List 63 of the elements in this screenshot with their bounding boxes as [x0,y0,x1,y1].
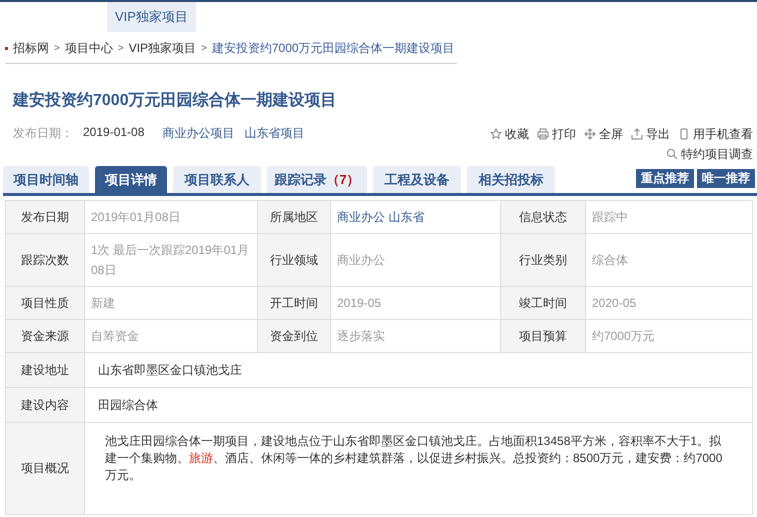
field-value[interactable]: 商业办公 山东省 [330,200,500,234]
tab[interactable]: 跟踪记录（7） [267,166,367,193]
tab[interactable]: 项目时间轴 [3,166,89,193]
star-icon [490,128,502,140]
bullet-icon [5,47,8,50]
category-link[interactable]: 商业办公项目 [162,125,234,142]
field-label: 信息状态 [500,200,586,234]
field-label: 所属地区 [258,200,330,234]
field-label: 建设内容 [6,388,84,422]
field-value: 约7000万元 [586,320,752,352]
field-value: 跟踪中 [586,200,752,234]
field-value: 2019-05 [330,286,500,320]
field-label: 行业领域 [258,234,330,286]
tab[interactable]: 项目详情 [95,166,167,193]
toolbar-action[interactable]: 收藏 [490,125,529,143]
phone-icon [678,128,690,140]
breadcrumb-link[interactable]: 招标网 [13,40,49,57]
field-value: 山东省即墨区金口镇池戈庄 [84,352,752,388]
field-value: 2019年01月08日 [84,200,258,234]
field-value: 逐步落实 [330,320,500,352]
breadcrumb-link[interactable]: 建安投资约7000万元田园综合体一期建设项目 [212,40,455,57]
breadcrumb-separator: > [201,43,207,54]
summary-paragraph: 池戈庄田园综合体一期项目，建设地点位于山东省即墨区金口镇池戈庄。占地面积13458平方米，容积率不大于1。拟建一个集购物、旅游、酒店、休闲等一体的乡村建筑群落，以促进乡村振兴。总投资约：8500万元，建安费：约7000万元。 [84,422,752,514]
breadcrumb-separator: > [54,43,60,54]
field-label: 开工时间 [258,286,330,320]
publish-date: 2019-01-08 [83,125,144,139]
recommend-tag[interactable]: 唯一推荐 [697,168,755,188]
upload-icon [631,128,643,140]
field-label: 行业类别 [500,234,586,286]
toolbar-action[interactable]: 打印 [537,125,576,143]
breadcrumb-separator: > [118,43,124,54]
toolbar-action[interactable]: 特约项目调查 [666,145,753,163]
breadcrumb-link[interactable]: 项目中心 [64,40,113,57]
field-label: 资金到位 [258,320,330,352]
field-value: 自筹资金 [84,320,258,352]
toolbar-action[interactable]: 用手机查看 [678,125,753,143]
field-label: 跟踪次数 [6,234,84,286]
print-icon [537,128,549,140]
nav-tab[interactable]: VIP独家项目 [107,2,196,32]
tab[interactable]: 工程及设备 [373,166,461,193]
field-value: 2020-05 [586,286,752,320]
field-label: 项目概况 [6,422,84,514]
toolbar-action[interactable]: 导出 [631,125,670,143]
field-label: 项目预算 [500,320,586,352]
field-label: 建设地址 [6,352,84,388]
toolbar-action[interactable]: 全屏 [584,125,623,143]
date-label: 发布日期： [13,125,73,142]
field-label: 资金来源 [6,320,84,352]
field-label: 发布日期 [6,200,84,234]
field-value: 综合体 [586,234,752,286]
tab[interactable]: 相关招投标 [467,166,555,193]
field-label: 竣工时间 [500,286,586,320]
move-icon [584,128,596,140]
breadcrumb-link[interactable]: VIP独家项目 [128,40,196,57]
field-value: 田园综合体 [84,388,752,422]
search-icon [666,148,678,160]
keyword-link[interactable]: 旅游 [189,451,213,465]
tab[interactable]: 项目联系人 [173,166,261,193]
category-link[interactable]: 山东省项目 [244,125,304,142]
page-title: 建安投资约7000万元田园综合体一期建设项目 [13,90,338,111]
recommend-tag[interactable]: 重点推荐 [636,168,694,188]
field-label: 项目性质 [6,286,84,320]
field-value: 新建 [84,286,258,320]
